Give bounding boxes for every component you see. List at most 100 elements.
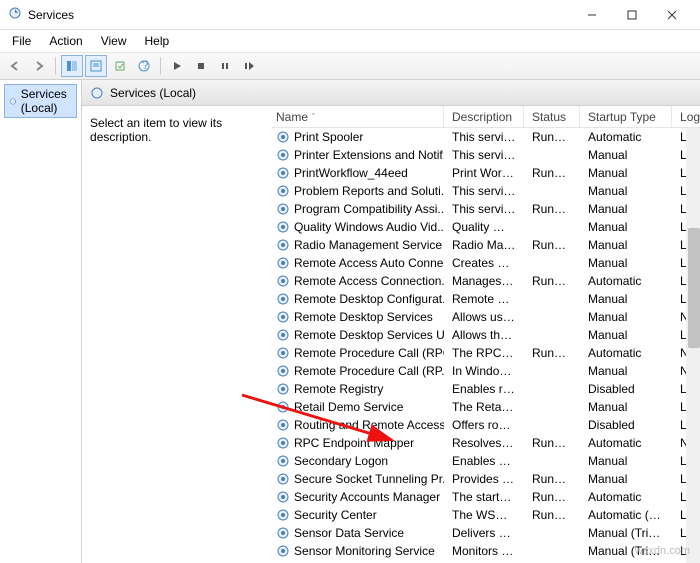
cell-description: Delivers dat... <box>444 526 524 540</box>
service-row[interactable]: Radio Management ServiceRadio Mana...Run… <box>272 236 700 254</box>
service-row[interactable]: Retail Demo ServiceThe Retail D...Manual… <box>272 398 700 416</box>
cell-name: Print Spooler <box>272 130 444 144</box>
watermark: wsxdn.com <box>635 545 690 557</box>
description-pane: Select an item to view its description. <box>82 106 272 563</box>
export-button[interactable] <box>109 55 131 77</box>
service-row[interactable]: Printer Extensions and Notif...This serv… <box>272 146 700 164</box>
cell-name: RPC Endpoint Mapper <box>272 436 444 450</box>
list-header: Nameˆ Description Status Startup Type Lo… <box>272 106 700 128</box>
cell-name: Remote Registry <box>272 382 444 396</box>
start-button[interactable] <box>166 55 188 77</box>
service-row[interactable]: Remote Procedure Call (RP...In Windows..… <box>272 362 700 380</box>
app-icon <box>8 6 22 23</box>
restart-button[interactable] <box>238 55 260 77</box>
cell-description: Manages di... <box>444 274 524 288</box>
cell-name: Remote Desktop Services <box>272 310 444 324</box>
service-row[interactable]: PrintWorkflow_44eedPrint Workfl...Runnin… <box>272 164 700 182</box>
cell-status: Running <box>524 166 580 180</box>
service-row[interactable]: Routing and Remote AccessOffers routi...… <box>272 416 700 434</box>
service-row[interactable]: Remote Procedure Call (RPC)The RPCSS ...… <box>272 344 700 362</box>
sort-ascending-icon: ˆ <box>312 112 315 122</box>
cell-startup: Manual <box>580 400 672 414</box>
cell-name: Radio Management Service <box>272 238 444 252</box>
cell-startup: Manual <box>580 202 672 216</box>
vertical-scrollbar[interactable] <box>686 128 700 563</box>
cell-startup: Manual <box>580 166 672 180</box>
cell-status: Running <box>524 130 580 144</box>
cell-name: Program Compatibility Assi... <box>272 202 444 216</box>
cell-status: Running <box>524 274 580 288</box>
cell-status: Running <box>524 490 580 504</box>
properties-button[interactable] <box>85 55 107 77</box>
cell-startup: Manual <box>580 472 672 486</box>
cell-startup: Automatic <box>580 274 672 288</box>
maximize-button[interactable] <box>612 1 652 29</box>
column-status[interactable]: Status <box>524 106 580 127</box>
service-row[interactable]: Remote Access Auto Conne...Creates a co.… <box>272 254 700 272</box>
stop-button[interactable] <box>190 55 212 77</box>
service-list: Nameˆ Description Status Startup Type Lo… <box>272 106 700 563</box>
cell-description: Provides su... <box>444 472 524 486</box>
service-row[interactable]: Remote Desktop Configurat...Remote Des..… <box>272 290 700 308</box>
column-logon[interactable]: Log <box>672 106 700 127</box>
cell-status: Running <box>524 202 580 216</box>
service-row[interactable]: Security CenterThe WSCSV...RunningAutoma… <box>272 506 700 524</box>
scrollbar-thumb[interactable] <box>688 228 700 348</box>
help-button[interactable]: ? <box>133 55 155 77</box>
cell-name: PrintWorkflow_44eed <box>272 166 444 180</box>
minimize-button[interactable] <box>572 1 612 29</box>
content-pane: Services (Local) Select an item to view … <box>82 80 700 563</box>
toolbar-separator <box>160 57 161 75</box>
description-hint: Select an item to view its description. <box>90 116 222 144</box>
cell-description: In Windows... <box>444 364 524 378</box>
menu-action[interactable]: Action <box>41 32 90 50</box>
column-name[interactable]: Nameˆ <box>272 106 444 127</box>
cell-description: Enables rem... <box>444 382 524 396</box>
content-header: Services (Local) <box>82 80 700 106</box>
cell-name: Security Accounts Manager <box>272 490 444 504</box>
service-row[interactable]: Remote Desktop Services U...Allows the r… <box>272 326 700 344</box>
cell-startup: Disabled <box>580 418 672 432</box>
service-row[interactable]: RPC Endpoint MapperResolves RP...Running… <box>272 434 700 452</box>
cell-name: Printer Extensions and Notif... <box>272 148 444 162</box>
service-row[interactable]: Secure Socket Tunneling Pr...Provides su… <box>272 470 700 488</box>
service-row[interactable]: Remote RegistryEnables rem...DisabledLoc <box>272 380 700 398</box>
menu-view[interactable]: View <box>93 32 135 50</box>
cell-startup: Manual <box>580 220 672 234</box>
cell-name: Problem Reports and Soluti... <box>272 184 444 198</box>
tree-node-services-local[interactable]: Services (Local) <box>4 84 77 118</box>
cell-status: Running <box>524 346 580 360</box>
column-description[interactable]: Description <box>444 106 524 127</box>
back-button[interactable] <box>4 55 26 77</box>
column-startup-type[interactable]: Startup Type <box>580 106 672 127</box>
show-hide-tree-button[interactable] <box>61 55 83 77</box>
cell-description: Resolves RP... <box>444 436 524 450</box>
menu-file[interactable]: File <box>4 32 39 50</box>
cell-description: This service ... <box>444 130 524 144</box>
menu-help[interactable]: Help <box>137 32 178 50</box>
close-button[interactable] <box>652 1 692 29</box>
forward-button[interactable] <box>28 55 50 77</box>
service-row[interactable]: Sensor Data ServiceDelivers dat...Manual… <box>272 524 700 542</box>
service-row[interactable]: Remote Access Connection...Manages di...… <box>272 272 700 290</box>
service-row[interactable]: Secondary LogonEnables star...ManualLoc <box>272 452 700 470</box>
cell-status: Running <box>524 472 580 486</box>
cell-name: Sensor Data Service <box>272 526 444 540</box>
service-row[interactable]: Security Accounts ManagerThe startup ...… <box>272 488 700 506</box>
cell-description: The WSCSV... <box>444 508 524 522</box>
pause-button[interactable] <box>214 55 236 77</box>
service-row[interactable]: Problem Reports and Soluti...This servic… <box>272 182 700 200</box>
cell-status: Running <box>524 436 580 450</box>
cell-status: Running <box>524 238 580 252</box>
cell-name: Routing and Remote Access <box>272 418 444 432</box>
cell-name: Remote Access Auto Conne... <box>272 256 444 270</box>
service-row[interactable]: Program Compatibility Assi...This servic… <box>272 200 700 218</box>
service-row[interactable]: Print SpoolerThis service ...RunningAuto… <box>272 128 700 146</box>
service-row[interactable]: Quality Windows Audio Vid...Quality Win.… <box>272 218 700 236</box>
cell-startup: Manual <box>580 184 672 198</box>
cell-name: Remote Desktop Services U... <box>272 328 444 342</box>
service-row[interactable]: Remote Desktop ServicesAllows user...Man… <box>272 308 700 326</box>
window-title: Services <box>28 8 572 22</box>
cell-description: The Retail D... <box>444 400 524 414</box>
menu-bar: File Action View Help <box>0 30 700 52</box>
